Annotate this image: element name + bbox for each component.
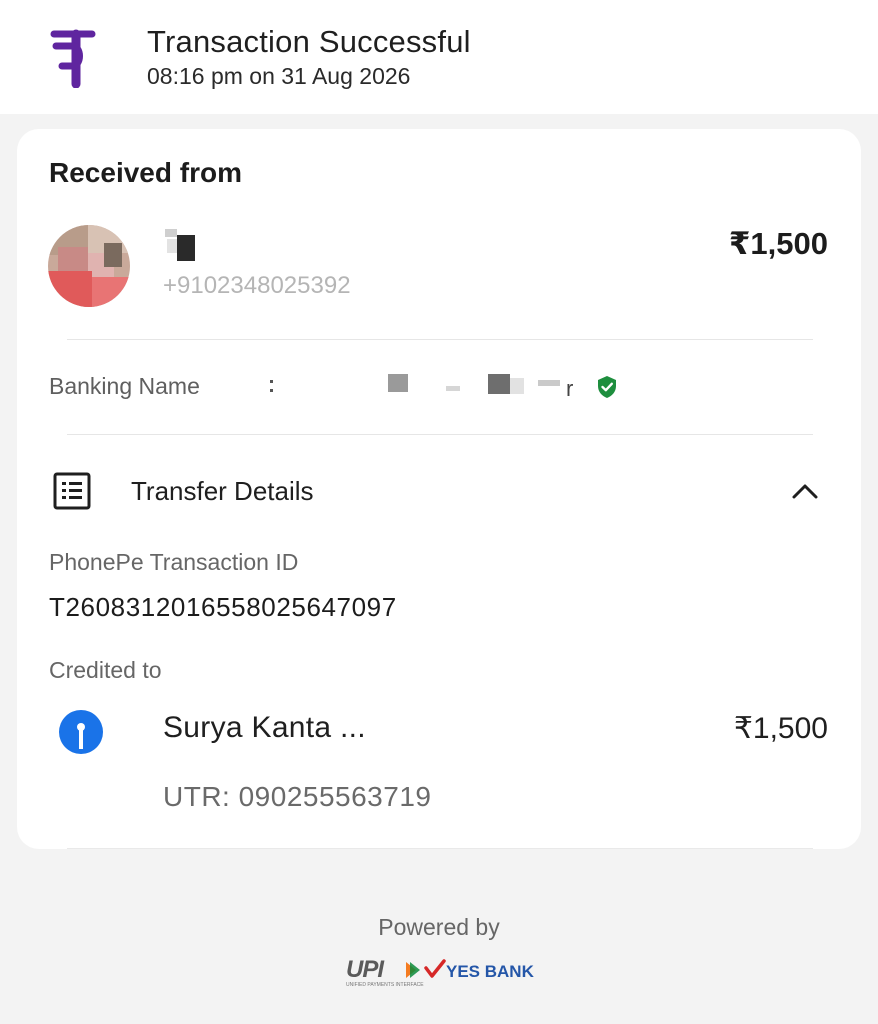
transfer-details-toggle[interactable]: Transfer Details bbox=[49, 466, 829, 520]
received-from-heading: Received from bbox=[49, 157, 242, 188]
phonepe-logo-icon bbox=[50, 29, 96, 88]
sender-avatar[interactable] bbox=[48, 225, 130, 307]
sbi-bank-icon bbox=[59, 710, 103, 754]
partner-logos: UPI UNIFIED PAYMENTS INTERFACE YES BANK bbox=[344, 956, 544, 990]
utr-number[interactable]: UTR: 090255563719 bbox=[163, 781, 431, 813]
svg-text:r: r bbox=[566, 376, 573, 401]
divider bbox=[67, 339, 813, 340]
transaction-id-label: PhonePe Transaction ID bbox=[49, 549, 299, 575]
banking-name-label: Banking Name bbox=[49, 373, 200, 399]
credited-amount: ₹1,500 bbox=[733, 712, 828, 745]
received-amount: ₹1,500 bbox=[728, 226, 828, 261]
transfer-details-label: Transfer Details bbox=[131, 476, 314, 506]
upi-logo: UPI UNIFIED PAYMENTS INTERFACE bbox=[344, 956, 424, 990]
credited-account-name: Surya Kanta ... bbox=[163, 711, 366, 744]
verified-shield-icon bbox=[598, 376, 616, 398]
sender-phone-number: +9102348025392 bbox=[163, 272, 351, 298]
yes-bank-check-icon bbox=[424, 959, 446, 978]
upi-subtext: UNIFIED PAYMENTS INTERFACE bbox=[346, 982, 424, 988]
transaction-id-value[interactable]: T2608312016558025647097 bbox=[49, 592, 397, 623]
divider bbox=[67, 848, 813, 849]
header-bar: Transaction Successful 08:16 pm on 31 Au… bbox=[0, 0, 878, 114]
transaction-timestamp: 08:16 pm on 31 Aug 2026 bbox=[147, 63, 411, 89]
yes-bank-text: YES BANK bbox=[446, 962, 534, 981]
divider bbox=[67, 434, 813, 435]
sender-name-redacted bbox=[165, 229, 195, 261]
receipt-list-icon bbox=[53, 472, 91, 510]
powered-by-label: Powered by bbox=[378, 914, 500, 940]
page-title: Transaction Successful bbox=[147, 24, 471, 59]
yes-bank-logo: YES BANK bbox=[424, 956, 540, 990]
upi-logo-text: UPI bbox=[346, 956, 384, 983]
credited-to-label: Credited to bbox=[49, 657, 162, 683]
upi-arrow-icon bbox=[406, 962, 420, 978]
banking-name-redacted: r bbox=[270, 374, 573, 401]
chevron-up-icon[interactable] bbox=[791, 480, 819, 502]
